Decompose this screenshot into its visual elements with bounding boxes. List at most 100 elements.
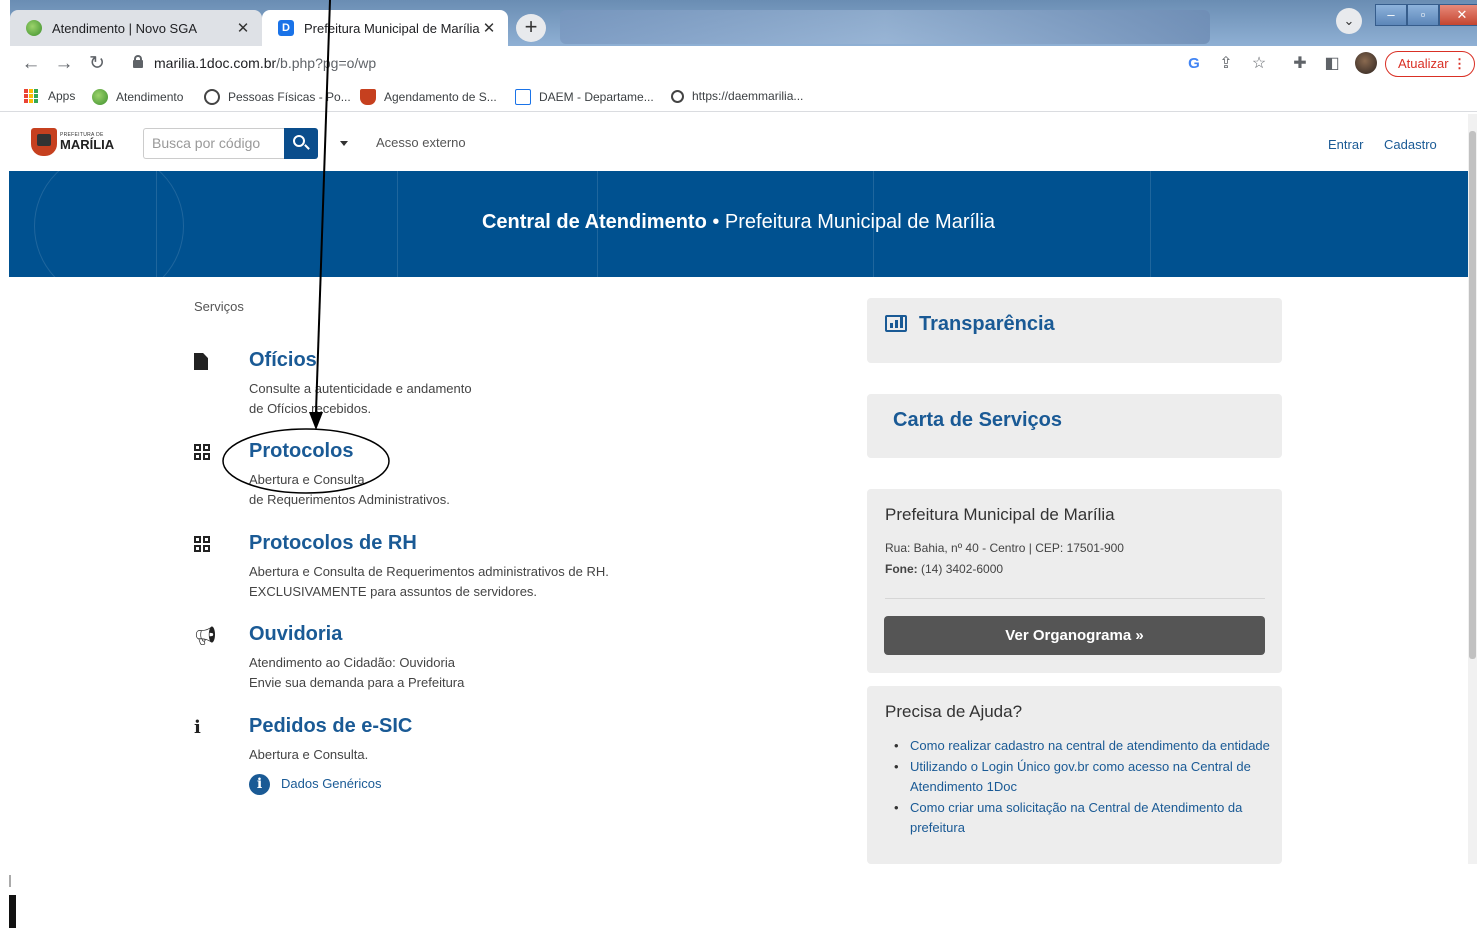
help-links-list: Como realizar cadastro na central de ate…: [892, 736, 1272, 839]
services-letter-link[interactable]: Carta de Serviços: [893, 409, 1062, 432]
side-panel-icon[interactable]: ◧: [1321, 53, 1343, 75]
sga-favicon-icon: [26, 20, 42, 36]
hero-banner: Central de Atendimento • Prefeitura Muni…: [9, 171, 1468, 277]
banner-title: Central de Atendimento • Prefeitura Muni…: [9, 211, 1468, 234]
titlebar-edge: [0, 0, 10, 46]
reload-icon[interactable]: ↻: [85, 52, 109, 76]
update-browser-button[interactable]: Atualizar ⋮: [1385, 51, 1475, 77]
bar-chart-icon: [885, 315, 907, 332]
bookmark-label: Apps: [48, 89, 76, 103]
prefeitura-logo[interactable]: PREFEITURA DE MARÍLIA: [31, 128, 114, 156]
tab-atendimento[interactable]: Atendimento | Novo SGA ✕: [10, 10, 262, 46]
bookmark-label: Agendamento de S...: [384, 90, 497, 104]
sga-icon: [92, 89, 108, 105]
register-link[interactable]: Cadastro: [1384, 137, 1437, 152]
services-letter-card[interactable]: Carta de Serviços: [867, 394, 1282, 458]
document-icon: [194, 353, 212, 371]
tab-title: Prefeitura Municipal de Marília |: [304, 20, 480, 36]
external-access-link[interactable]: Acesso externo: [376, 135, 466, 150]
service-title-oficios[interactable]: Ofícios: [249, 349, 317, 372]
banner-title-rest: Prefeitura Municipal de Marília: [724, 211, 996, 233]
profile-avatar[interactable]: [1355, 52, 1377, 74]
organization-phone: Fone: (14) 3402-6000: [885, 562, 1003, 576]
tab-title: Atendimento | Novo SGA: [52, 20, 198, 36]
new-tab-button[interactable]: +: [516, 14, 546, 42]
url-host: marilia.1doc.com.br: [154, 55, 277, 71]
service-desc-line: de Ofícios recebidos.: [249, 401, 372, 416]
bookmark-daemmarilia[interactable]: https://daemmarilia...: [671, 89, 803, 103]
banner-title-bold: Central de Atendimento: [481, 211, 707, 233]
organization-name: Prefeitura Municipal de Marília: [885, 505, 1115, 524]
transparency-card[interactable]: Transparência: [867, 298, 1282, 363]
megaphone-icon: 📢︎: [194, 626, 217, 646]
logo-big-text: MARÍLIA: [60, 137, 115, 152]
apps-grid-icon: [24, 89, 38, 103]
lock-icon[interactable]: [133, 55, 143, 68]
service-desc-line: EXCLUSIVAMENTE para assuntos de servidor…: [249, 584, 538, 599]
globe-icon: [204, 89, 220, 105]
taskbar-edge: [9, 875, 11, 887]
back-arrow-icon[interactable]: ←: [19, 52, 43, 76]
phone-label: Fone:: [885, 562, 918, 576]
info-icon: i: [194, 717, 201, 738]
login-link[interactable]: Entrar: [1328, 137, 1363, 152]
service-desc-line: Envie sua demanda para a Prefeitura: [249, 675, 465, 690]
google-icon[interactable]: G: [1183, 53, 1205, 75]
search-input[interactable]: Busca por código: [143, 128, 285, 159]
search-button[interactable]: [284, 128, 318, 159]
service-title-protocolos[interactable]: Protocolos: [249, 440, 353, 463]
org-chart-button[interactable]: Ver Organograma »: [884, 616, 1265, 655]
d-icon: [671, 89, 684, 103]
qrcode-icon: [194, 536, 212, 554]
transparency-link[interactable]: Transparência: [919, 313, 1055, 336]
tab-prefeitura[interactable]: D Prefeitura Municipal de Marília | ✕: [262, 10, 508, 46]
drop-icon: [515, 89, 531, 105]
maximize-window-icon[interactable]: ▫: [1407, 4, 1439, 26]
bookmark-daem[interactable]: DAEM - Departame...: [515, 89, 654, 105]
help-card: Precisa de Ajuda? Como realizar cadastro…: [867, 686, 1282, 864]
service-desc-line: de Requerimentos Administrativos.: [249, 492, 450, 507]
forward-arrow-icon[interactable]: →: [52, 52, 76, 76]
service-description: Abertura e Consulta de Requerimentos adm…: [249, 562, 609, 602]
tab-search-chevron-icon[interactable]: ⌄: [1336, 8, 1362, 34]
service-description: Abertura e Consulta.: [249, 745, 368, 765]
organization-address: Rua: Bahia, nº 40 - Centro | CEP: 17501-…: [885, 541, 1124, 555]
bookmark-label: Atendimento: [116, 90, 184, 104]
service-title-ouvidoria[interactable]: Ouvidoria: [249, 623, 342, 646]
service-description: Consulte a autenticidade e andamento de …: [249, 379, 472, 419]
help-link[interactable]: Como realizar cadastro na central de ate…: [892, 736, 1272, 757]
service-description: Abertura e Consulta de Requerimentos Adm…: [249, 470, 450, 510]
bookmark-apps[interactable]: Apps: [24, 89, 75, 103]
star-bookmark-icon[interactable]: ☆: [1248, 53, 1270, 75]
page-scrollbar-thumb[interactable]: [1469, 131, 1476, 659]
site-header: PREFEITURA DE MARÍLIA Busca por código A…: [9, 114, 1468, 171]
service-title-protocolos-rh[interactable]: Protocolos de RH: [249, 532, 417, 555]
crest-icon: [360, 89, 376, 105]
bookmarks-bar: Apps Atendimento Pessoas Físicas - Po...…: [0, 82, 1477, 112]
url-path: /b.php?pg=o/wp: [276, 55, 377, 71]
share-icon[interactable]: ⇪: [1215, 53, 1237, 75]
bookmark-agendamento[interactable]: Agendamento de S...: [360, 89, 497, 105]
browser-toolbar: ← → ↻ marilia.1doc.com.br/b.php?pg=o/wp …: [0, 46, 1477, 82]
extensions-puzzle-icon[interactable]: ✚: [1289, 53, 1311, 75]
minimize-window-icon[interactable]: –: [1375, 4, 1407, 26]
help-link[interactable]: Utilizando o Login Único gov.br como ace…: [892, 757, 1272, 798]
search-dropdown-caret-icon[interactable]: [340, 141, 348, 146]
coat-of-arms-icon: [31, 128, 57, 156]
service-desc-line: Abertura e Consulta de Requerimentos adm…: [249, 564, 609, 579]
help-link[interactable]: Como criar uma solicitação na Central de…: [892, 798, 1272, 839]
tab-close-icon[interactable]: ✕: [480, 19, 498, 37]
close-window-icon[interactable]: ✕: [1439, 4, 1477, 26]
tab-close-icon[interactable]: ✕: [234, 19, 252, 37]
1doc-favicon-icon: D: [278, 20, 294, 36]
dados-genericos-link[interactable]: Dados Genéricos: [281, 776, 381, 791]
service-title-esic[interactable]: Pedidos de e-SIC: [249, 715, 412, 738]
bookmark-label: https://daemmarilia...: [692, 89, 804, 103]
banner-separator: •: [706, 211, 725, 233]
bookmark-atendimento[interactable]: Atendimento: [92, 89, 183, 105]
service-desc-line: Atendimento ao Cidadão: Ouvidoria: [249, 655, 455, 670]
card-divider: [885, 598, 1265, 599]
address-bar[interactable]: marilia.1doc.com.br/b.php?pg=o/wp: [154, 55, 376, 71]
info-circle-icon: i: [249, 774, 270, 795]
bookmark-pessoas-fisicas[interactable]: Pessoas Físicas - Po...: [204, 89, 351, 105]
